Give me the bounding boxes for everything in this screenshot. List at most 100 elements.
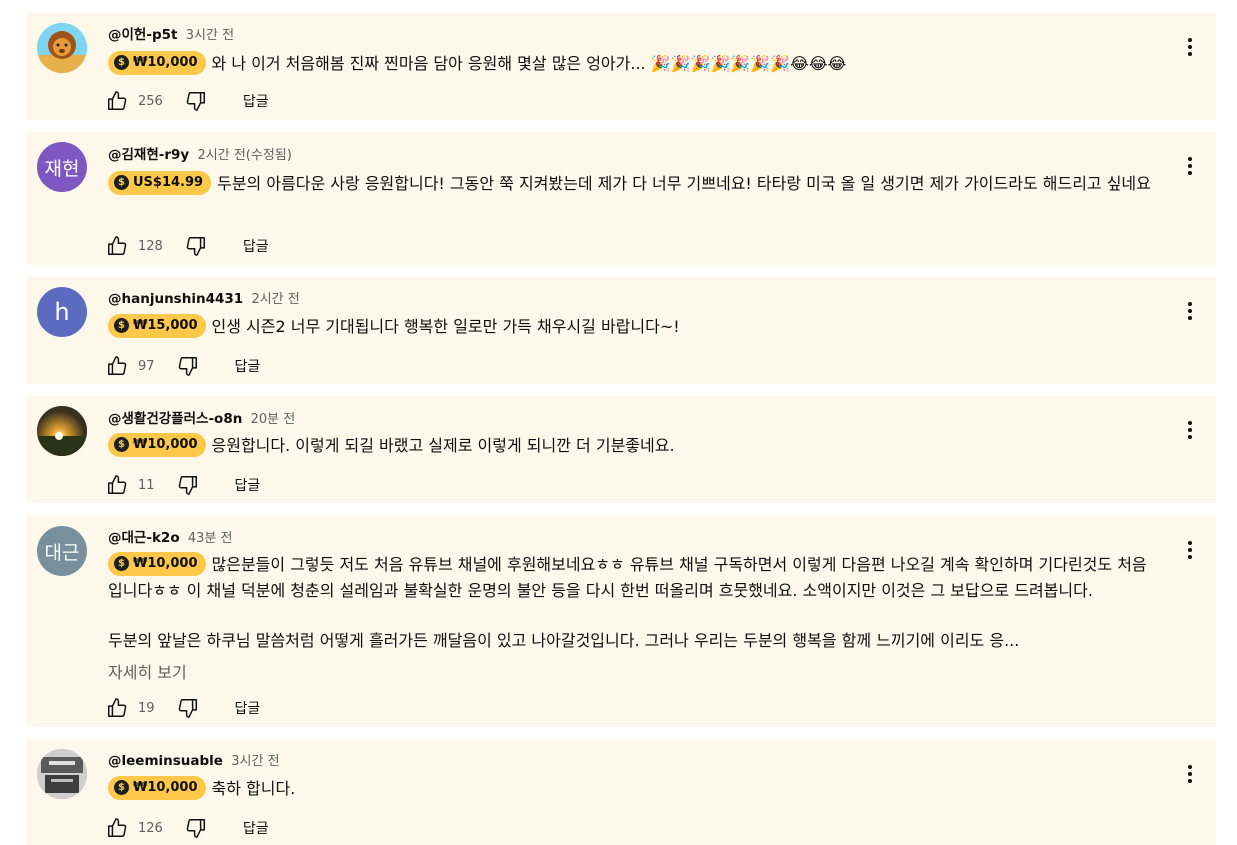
comment-header: @leeminsuable 3시간 전 [108, 750, 280, 769]
avatar-letter: 대근 [44, 541, 80, 564]
action-menu-button[interactable] [1176, 152, 1204, 180]
comment-body: $ ₩15,000 인생 시즌2 너무 기대됩니다 행복한 일로만 가득 채우시길 … [108, 313, 1160, 340]
more-vert-icon [1188, 541, 1192, 559]
super-thanks-badge: $ ₩10,000 [108, 432, 206, 457]
like-button[interactable] [104, 815, 130, 841]
comment-body: $ ₩10,000 축하 합니다. [108, 775, 1160, 802]
like-count: 128 [138, 238, 163, 254]
action-menu-button[interactable] [1176, 416, 1204, 444]
super-thanks-badge: $ ₩10,000 [108, 775, 206, 800]
dislike-button[interactable] [183, 88, 209, 114]
super-thanks-badge: $ ₩15,000 [108, 313, 206, 338]
avatar[interactable] [37, 749, 87, 799]
more-vert-icon [1188, 302, 1192, 320]
comment-actions: 126 답글 [104, 815, 269, 841]
comment-header: @김재현-r9y 2시간 전(수정됨) [108, 143, 292, 163]
dislike-button[interactable] [175, 472, 201, 498]
author-name[interactable]: @이헌-p5t [108, 27, 177, 43]
author-name[interactable]: @leeminsuable [108, 753, 223, 769]
avatar-letter: h [54, 298, 70, 326]
dislike-button[interactable] [175, 695, 201, 721]
action-menu-button[interactable] [1176, 33, 1204, 61]
thumbs-up-icon [108, 698, 127, 717]
dislike-button[interactable] [175, 353, 201, 379]
like-button[interactable] [104, 353, 130, 379]
action-menu-button[interactable] [1176, 760, 1204, 788]
timestamp[interactable]: 20분 전 [251, 412, 296, 427]
comment-body-continued: 두분의 앞날은 하쿠님 말씀처럼 어떻게 흘러가든 깨달음이 있고 나아갈것입니… [108, 628, 1160, 653]
avatar[interactable] [37, 406, 87, 456]
action-menu-button[interactable] [1176, 536, 1204, 564]
comment-thread: 재현 @김재현-r9y 2시간 전(수정됨) $ US$14.99 두분의 아름다운… [27, 132, 1216, 265]
author-name[interactable]: @hanjunshin4431 [108, 291, 243, 307]
lion-avatar-image [37, 23, 87, 73]
avatar[interactable] [37, 23, 87, 73]
comment-header: @생활건강플러스-o8n 20분 전 [108, 407, 295, 427]
thumbs-down-icon [178, 476, 197, 495]
read-more-button[interactable]: 자세히 보기 [108, 659, 187, 683]
super-thanks-badge: $ US$14.99 [108, 170, 212, 195]
author-name[interactable]: @대근-k2o [108, 530, 180, 546]
sunset-avatar-image [37, 406, 87, 456]
donation-amount: ₩10,000 [133, 780, 198, 795]
avatar[interactable]: 대근 [37, 526, 87, 576]
reply-button[interactable]: 답글 [235, 698, 261, 718]
comment-body: $ ₩10,000 많은분들이 그렇듯 저도 처음 유튜브 채널에 후원해보네요ㅎㅎ… [108, 551, 1160, 603]
photo-avatar-image [37, 749, 87, 799]
dislike-button[interactable] [183, 233, 209, 259]
comment-text-continued: 두분의 앞날은 하쿠님 말씀처럼 어떻게 흘러가든 깨달음이 있고 나아갈것입니… [108, 631, 1020, 650]
comment-text: 많은분들이 그렇듯 저도 처음 유튜브 채널에 후원해보네요ㅎㅎ 유튜브 채널 … [108, 555, 1147, 600]
dislike-button[interactable] [183, 815, 209, 841]
reply-button[interactable]: 답글 [235, 356, 261, 376]
comment-text: 두분의 아름다운 사랑 응원합니다! 그동안 쭉 지켜봤는데 제가 다 너무 기… [217, 174, 1151, 193]
comment-thread: @leeminsuable 3시간 전 $ ₩10,000 축하 합니다. 126 … [27, 739, 1216, 845]
comment-thread: @이헌-p5t 3시간 전 $ ₩10,000 와 나 이거 처음해봄 진짜 찐마음… [27, 13, 1216, 120]
thumbs-down-icon [186, 92, 205, 111]
donation-amount: ₩10,000 [133, 55, 198, 70]
avatar[interactable]: 재현 [37, 142, 87, 192]
donation-amount: US$14.99 [133, 175, 204, 190]
super-thanks-badge: $ ₩10,000 [108, 50, 206, 75]
more-vert-icon [1188, 765, 1192, 783]
avatar-letter: 재현 [44, 157, 80, 180]
timestamp[interactable]: 3시간 전 [231, 754, 279, 769]
thumbs-down-icon [186, 237, 205, 256]
comment-body: $ ₩10,000 응원합니다. 이렇게 되길 바랬고 실제로 이렇게 되니깐 더 … [108, 432, 1160, 459]
more-vert-icon [1188, 157, 1192, 175]
thumbs-up-icon [108, 475, 127, 494]
super-thanks-icon: $ [114, 55, 129, 70]
like-button[interactable] [104, 472, 130, 498]
timestamp[interactable]: 3시간 전 [186, 28, 234, 43]
reply-button[interactable]: 답글 [235, 475, 261, 495]
author-name[interactable]: @김재현-r9y [108, 147, 189, 163]
reply-button[interactable]: 답글 [243, 236, 269, 256]
thumbs-down-icon [186, 819, 205, 838]
donation-amount: ₩10,000 [133, 437, 198, 452]
comment-actions: 97 답글 [104, 353, 260, 379]
like-button[interactable] [104, 88, 130, 114]
like-button[interactable] [104, 695, 130, 721]
timestamp[interactable]: 2시간 전(수정됨) [198, 148, 292, 163]
action-menu-button[interactable] [1176, 297, 1204, 325]
timestamp[interactable]: 43분 전 [188, 531, 233, 546]
like-button[interactable] [104, 233, 130, 259]
comment-text: 와 나 이거 처음해봄 진짜 찐마음 담아 응원해 몇살 많은 엉아가... 🎉… [211, 54, 847, 73]
comment-actions: 128 답글 [104, 233, 269, 259]
comment-header: @hanjunshin4431 2시간 전 [108, 288, 300, 307]
donation-amount: ₩15,000 [133, 318, 198, 333]
comment-actions: 256 답글 [104, 88, 269, 114]
reply-button[interactable]: 답글 [243, 818, 269, 838]
author-name[interactable]: @생활건강플러스-o8n [108, 411, 242, 427]
super-thanks-icon: $ [114, 556, 129, 571]
comment-thread: @생활건강플러스-o8n 20분 전 $ ₩10,000 응원합니다. 이렇게 되길… [27, 396, 1216, 503]
like-count: 11 [138, 477, 155, 493]
reply-button[interactable]: 답글 [243, 91, 269, 111]
thumbs-up-icon [108, 818, 127, 837]
timestamp[interactable]: 2시간 전 [251, 292, 299, 307]
comment-text: 축하 합니다. [211, 779, 296, 798]
thumbs-up-icon [108, 91, 127, 110]
comment-header: @이헌-p5t 3시간 전 [108, 23, 234, 43]
avatar[interactable]: h [37, 287, 87, 337]
comment-body: $ ₩10,000 와 나 이거 처음해봄 진짜 찐마음 담아 응원해 몇살 많은 … [108, 50, 1160, 77]
like-count: 126 [138, 820, 163, 836]
